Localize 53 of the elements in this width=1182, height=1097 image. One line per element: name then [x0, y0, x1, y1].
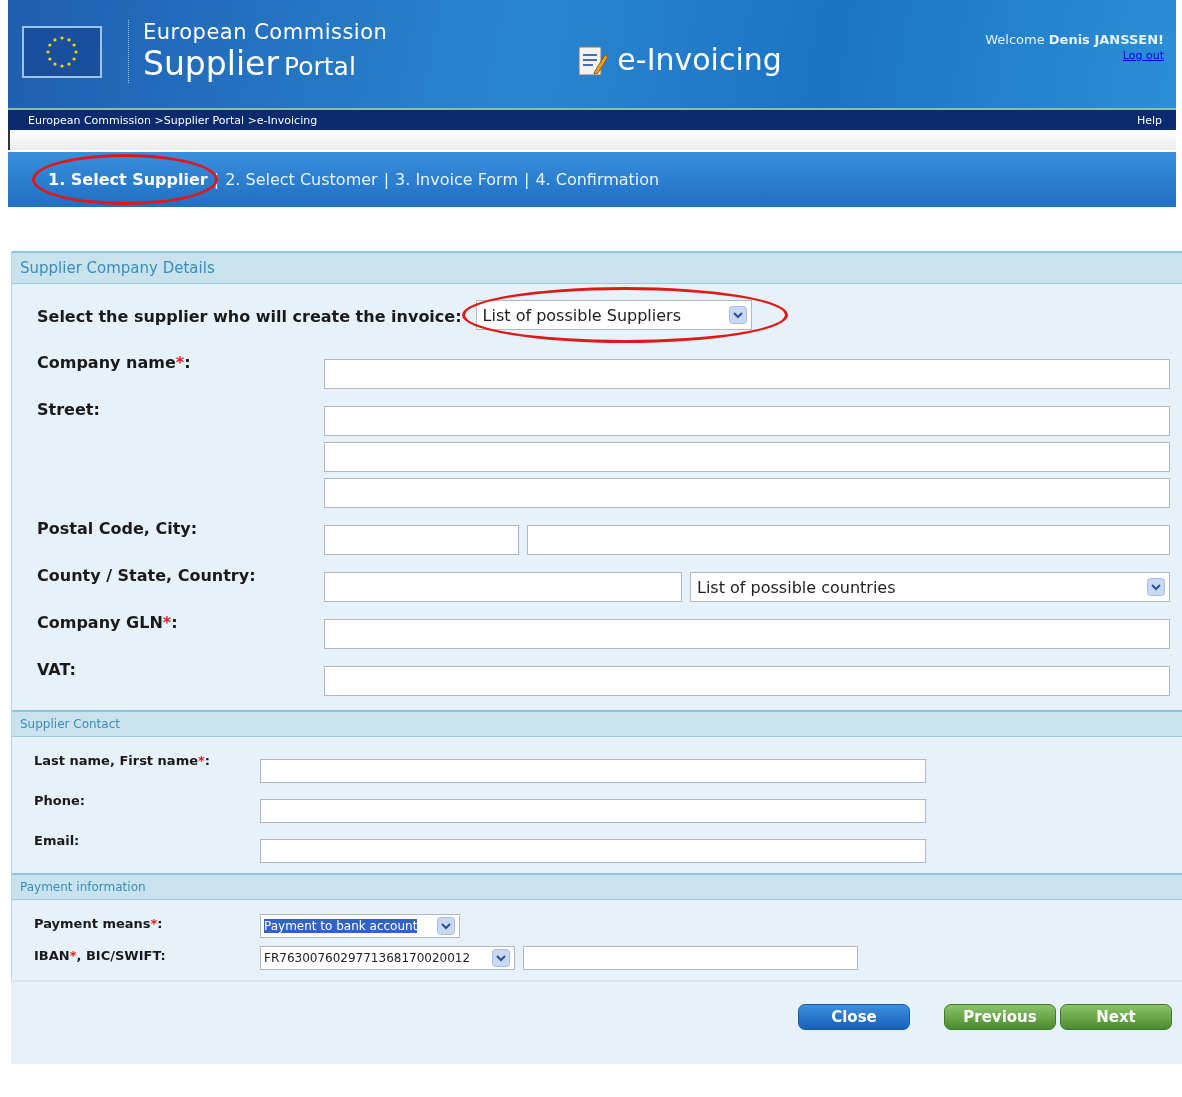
help-link[interactable]: Help [1136, 113, 1162, 127]
text-field[interactable] [324, 478, 1170, 508]
step-tab[interactable]: 2. Select Customer [225, 170, 378, 189]
portal-name: Supplier Portal [143, 44, 357, 83]
text-field[interactable] [324, 406, 1170, 436]
text-field[interactable] [324, 666, 1170, 696]
text-field[interactable] [324, 525, 519, 555]
dropdown[interactable]: List of possible Suppliers [475, 300, 752, 330]
chevron-icon [728, 306, 747, 324]
field-label: Email: [34, 832, 81, 848]
field-label: Street: [37, 399, 101, 419]
dropdown[interactable]: Payment to bank account [260, 914, 460, 938]
flag-icon [22, 25, 102, 78]
text-field[interactable] [260, 799, 926, 823]
logout-link[interactable]: Log out [1122, 49, 1164, 62]
text-field[interactable] [523, 946, 858, 970]
field-label: Payment means*: [34, 915, 164, 931]
dropdown[interactable]: FR7630076029771368170020012 [260, 946, 515, 970]
text-field[interactable] [260, 759, 926, 783]
field-label: Company name*: [37, 352, 192, 372]
text-field[interactable] [260, 839, 926, 863]
field-label: Select the supplier who will create the invoice: [37, 305, 463, 326]
chevron-icon [1147, 578, 1165, 596]
chevron-icon [437, 917, 455, 935]
step-tab[interactable]: 4. Confirmation [535, 170, 660, 189]
step-separator: | [383, 170, 390, 189]
welcome-text: Welcome Denis JANSSEN! [985, 32, 1164, 47]
section-title: Supplier Company Details [20, 259, 215, 277]
text-field[interactable] [324, 442, 1170, 472]
field-label: VAT: [37, 659, 77, 679]
text-field[interactable] [324, 619, 1170, 649]
step-tab[interactable]: 1. Select Supplier [48, 170, 208, 189]
action-button[interactable]: Close [798, 1004, 910, 1030]
text-field[interactable] [324, 359, 1170, 389]
field-label: IBAN*, BIC/SWIFT: [34, 947, 167, 963]
field-label: Postal Code, City: [37, 518, 199, 538]
section-title: Supplier Contact [20, 717, 120, 731]
chevron-icon [492, 949, 510, 967]
dropdown[interactable]: List of possible countries [690, 572, 1170, 602]
action-button[interactable]: Previous [944, 1004, 1056, 1030]
field-label: Last name, First name*: [34, 752, 212, 768]
app-title: e-Invoicing [617, 42, 782, 77]
section-title: Payment information [20, 880, 146, 894]
field-label: Company GLN*: [37, 612, 179, 632]
breadcrumb[interactable]: European Commission >Supplier Portal >e-Invoicing [28, 113, 318, 127]
field-label: County / State, Country: [37, 565, 257, 585]
organization-name: European Commission [143, 20, 388, 44]
step-separator: | [524, 170, 530, 189]
step-tab[interactable]: 3. Invoice Form [395, 170, 518, 189]
field-label: Phone: [34, 792, 86, 808]
text-field[interactable] [527, 525, 1170, 555]
text-field[interactable] [324, 572, 682, 602]
action-button[interactable]: Next [1060, 1004, 1172, 1030]
